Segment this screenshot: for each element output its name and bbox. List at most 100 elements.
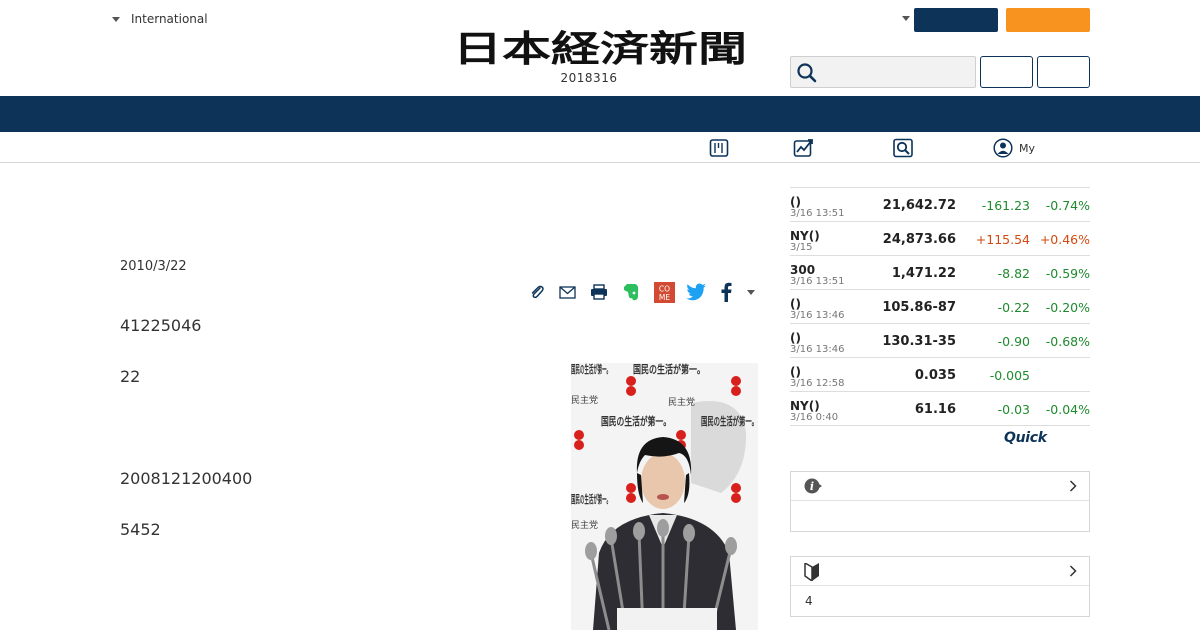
market-row[interactable]: () 3/16 13:46 130.31-35 -0.90 -0.68% [790, 324, 1090, 358]
svg-text:国民の生活が第一。: 国民の生活が第一。 [571, 363, 611, 376]
market-row-value: 24,873.66 [882, 232, 956, 247]
svg-text:国民の生活が第一。: 国民の生活が第一。 [571, 492, 611, 506]
market-table: () 3/16 13:51 21,642.72 -161.23 -0.74% NY() 3/… [790, 187, 1090, 426]
market-row-time: 3/16 12:58 [790, 378, 845, 389]
come-button[interactable]: CO ME [653, 281, 675, 303]
mail-icon [558, 285, 576, 299]
quick-logo[interactable]: Quick [1004, 430, 1047, 446]
my-label: My [1019, 141, 1036, 155]
svg-text:国民の生活が第一。: 国民の生活が第一。 [633, 363, 705, 376]
login-button[interactable] [980, 56, 1033, 88]
come-icon: CO ME [653, 281, 675, 303]
article-paragraph: 41225046 [120, 316, 202, 335]
mail-button[interactable] [557, 281, 577, 303]
market-row-time: 3/16 13:46 [790, 344, 845, 355]
article-date: 2010/3/22 [120, 259, 187, 274]
market-row-percent: -0.74% [1045, 198, 1090, 213]
market-chart-link[interactable] [793, 137, 815, 159]
market-row-name: () [790, 331, 801, 345]
market-row-value: 130.31-35 [882, 334, 956, 349]
market-row-change: -0.005 [989, 368, 1030, 383]
market-row[interactable]: () 3/16 13:46 105.86-87 -0.22 -0.20% [790, 290, 1090, 324]
market-row-name: NY() [790, 399, 820, 413]
subscribe-button[interactable] [914, 8, 998, 32]
search-link[interactable] [893, 137, 913, 159]
edition-date: 2018316 [560, 71, 618, 85]
info-panel[interactable]: i [790, 471, 1090, 532]
beginner-panel-body: 4 [805, 594, 813, 608]
edition-label: International [131, 12, 208, 26]
paper-icon [709, 139, 729, 157]
market-row-change: +115.54 [975, 232, 1030, 247]
article-paragraph: 5452 [120, 520, 161, 539]
market-row[interactable]: NY() 3/16 0:40 61.16 -0.03 -0.04% [790, 392, 1090, 426]
facebook-button[interactable] [717, 281, 735, 303]
svg-text:民主党: 民主党 [668, 396, 695, 408]
nikkei-logo[interactable]: 日本経済新聞 [452, 28, 748, 66]
chevron-down-icon [112, 16, 120, 22]
market-row[interactable]: NY() 3/15 24,873.66 +115.54 +0.46% [790, 222, 1090, 256]
market-row-percent: +0.46% [1039, 232, 1090, 247]
svg-text:ME: ME [658, 293, 669, 302]
evernote-button[interactable] [622, 281, 642, 303]
market-row-name: NY() [790, 229, 820, 243]
chevron-right-icon [1069, 480, 1077, 492]
market-row-time: 3/16 13:51 [790, 276, 845, 287]
search-input[interactable] [790, 56, 976, 88]
share-more-button[interactable] [744, 281, 758, 303]
beginner-panel[interactable]: 4 [790, 556, 1090, 617]
evernote-icon [624, 284, 639, 301]
market-row-name: 300 [790, 263, 816, 277]
svg-text:国民の生活が第一。: 国民の生活が第一。 [601, 414, 671, 428]
chevron-down-icon[interactable] [902, 16, 910, 21]
market-row-percent: -0.68% [1045, 334, 1090, 349]
beginner-panel-header[interactable] [791, 557, 1089, 586]
market-row-time: 3/16 0:40 [790, 412, 839, 423]
market-row-change: -161.23 [981, 198, 1030, 213]
clip-icon [531, 285, 544, 299]
market-row-change: -0.22 [997, 300, 1030, 315]
beginner-icon [804, 563, 819, 581]
paper-view-link[interactable] [709, 137, 729, 159]
twitter-button[interactable] [685, 281, 707, 303]
print-button[interactable] [589, 281, 609, 303]
svg-text:民主党: 民主党 [571, 394, 598, 406]
signup-button[interactable] [1037, 56, 1090, 88]
sub-nav: My [0, 132, 1200, 163]
clip-button[interactable] [527, 281, 547, 303]
article-paragraph: 22 [120, 367, 141, 386]
market-row-time: 3/16 13:46 [790, 310, 845, 321]
market-row-change: -0.03 [997, 402, 1030, 417]
market-row-name: () [790, 297, 801, 311]
info-panel-header[interactable]: i [791, 472, 1089, 501]
market-row[interactable]: () 3/16 12:58 0.035 -0.005 [790, 358, 1090, 392]
my-account-link[interactable]: My [993, 137, 1035, 159]
masthead-text: 日本経済新聞 [453, 28, 747, 66]
twitter-icon [685, 283, 706, 301]
press-conference-image: 国民の生活が第一。 国民の生活が第一。 民主党 民主党 国民の生活が第一。 国民… [571, 363, 758, 630]
chart-icon [793, 139, 813, 157]
market-row-value: 21,642.72 [882, 198, 956, 213]
trial-button[interactable] [1006, 8, 1090, 32]
article-paragraph: 2008121200400 [120, 469, 253, 488]
market-row-name: () [790, 195, 801, 209]
market-row-percent: -0.59% [1045, 266, 1090, 281]
article-photo[interactable]: 国民の生活が第一。 国民の生活が第一。 民主党 民主党 国民の生活が第一。 国民… [571, 363, 758, 630]
market-row-time: 3/15 [790, 242, 813, 253]
svg-text:民主党: 民主党 [571, 519, 598, 531]
market-row[interactable]: () 3/16 13:51 21,642.72 -161.23 -0.74% [790, 188, 1090, 222]
svg-text:国民の生活が第一。: 国民の生活が第一。 [701, 414, 758, 428]
chevron-right-icon [1069, 565, 1077, 577]
edition-selector[interactable]: International [112, 12, 208, 26]
market-row-percent: -0.04% [1045, 402, 1090, 417]
info-icon: i [804, 478, 822, 494]
market-row-value: 61.16 [914, 402, 956, 417]
market-row[interactable]: 300 3/16 13:51 1,471.22 -8.82 -0.59% [790, 256, 1090, 290]
svg-text:i: i [810, 480, 814, 493]
market-row-name: () [790, 365, 801, 379]
search-icon[interactable] [796, 62, 818, 84]
user-icon [993, 138, 1013, 158]
main-nav-bar [0, 96, 1200, 132]
market-row-change: -8.82 [997, 266, 1030, 281]
facebook-icon [721, 282, 732, 302]
